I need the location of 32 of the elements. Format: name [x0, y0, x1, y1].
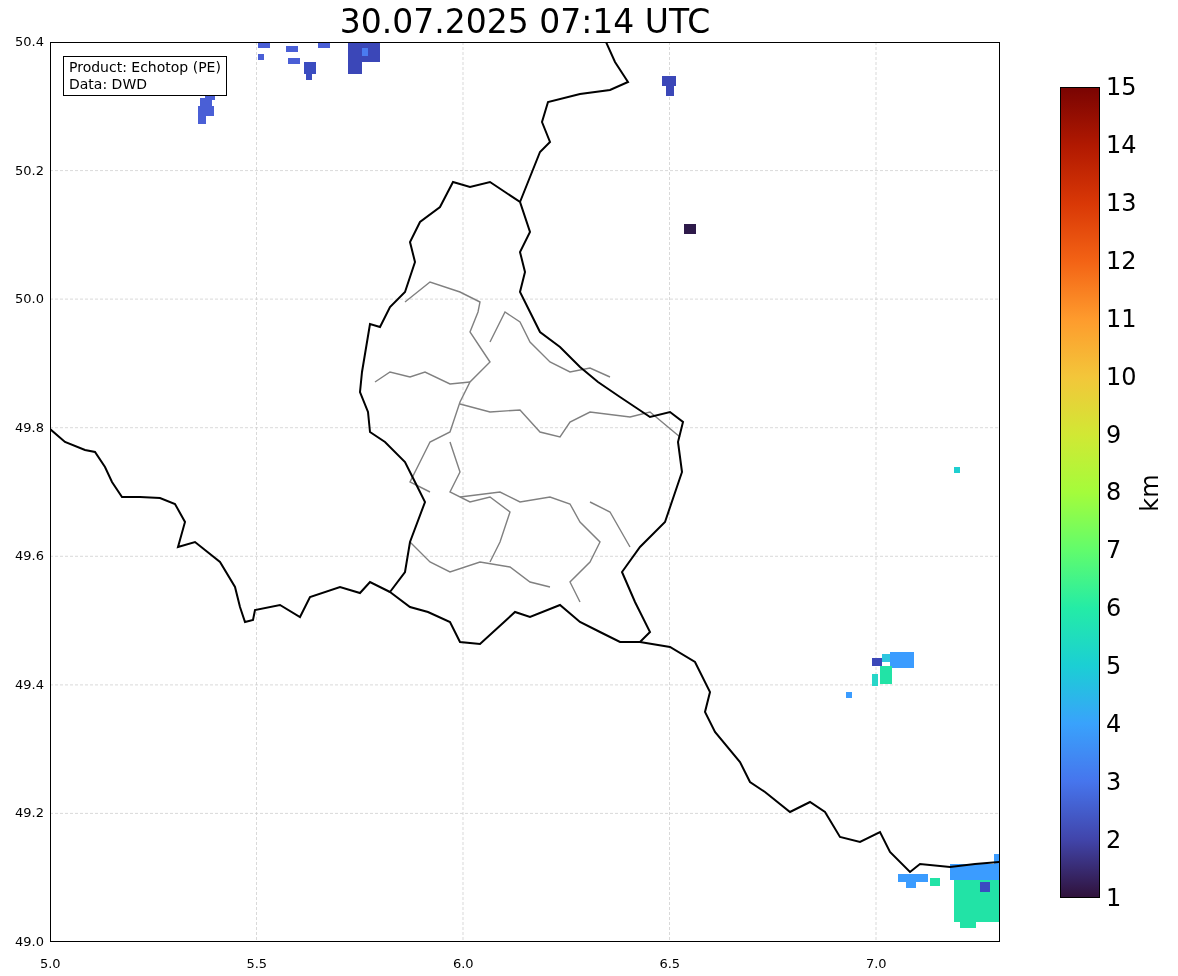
colorbar-tick-label: 4 — [1105, 710, 1123, 739]
y-tick-label: 50.0 — [15, 291, 45, 308]
colorbar-tick-label: 13 — [1105, 188, 1137, 217]
chart-title: 30.07.2025 07:14 UTC — [338, 1, 712, 42]
y-tick-label: 49.0 — [15, 933, 45, 950]
colorbar-tick-label: 14 — [1105, 130, 1137, 159]
colorbar-tick-label: 12 — [1105, 246, 1137, 275]
colorbar-tick-label: 3 — [1105, 768, 1123, 797]
x-tick-label: 5.0 — [38, 956, 62, 971]
x-tick-label: 6.5 — [658, 956, 682, 971]
colorbar-tick-label: 15 — [1105, 73, 1137, 101]
y-tick-label: 49.4 — [15, 676, 45, 693]
y-tick-label: 49.6 — [15, 548, 45, 565]
y-tick-label: 50.4 — [15, 34, 45, 50]
colorbar-label: km — [1135, 473, 1164, 512]
y-tick-label: 49.8 — [15, 419, 45, 436]
colorbar-tick-label: 9 — [1105, 420, 1123, 449]
colorbar-tick-label: 7 — [1105, 536, 1123, 565]
y-tick-label: 50.2 — [15, 162, 45, 179]
legend-text: Data: DWD — [69, 76, 148, 93]
colorbar-tick-label: 5 — [1105, 652, 1123, 681]
legend-text: Product: Echotop (PE) — [69, 59, 221, 76]
y-tick-label: 49.2 — [15, 805, 45, 822]
x-tick-label: 7.0 — [864, 956, 888, 971]
colorbar-tick-label: 1 — [1105, 883, 1123, 912]
colorbar-tick-label: 11 — [1105, 304, 1137, 333]
colorbar-tick-label: 2 — [1105, 826, 1123, 854]
colorbar-tick-label: 6 — [1105, 594, 1123, 623]
x-tick-label: 6.0 — [451, 956, 475, 971]
colorbar-tick-label: 8 — [1105, 478, 1123, 507]
x-tick-label: 5.5 — [245, 956, 269, 971]
colorbar-tick-label: 10 — [1105, 362, 1137, 391]
